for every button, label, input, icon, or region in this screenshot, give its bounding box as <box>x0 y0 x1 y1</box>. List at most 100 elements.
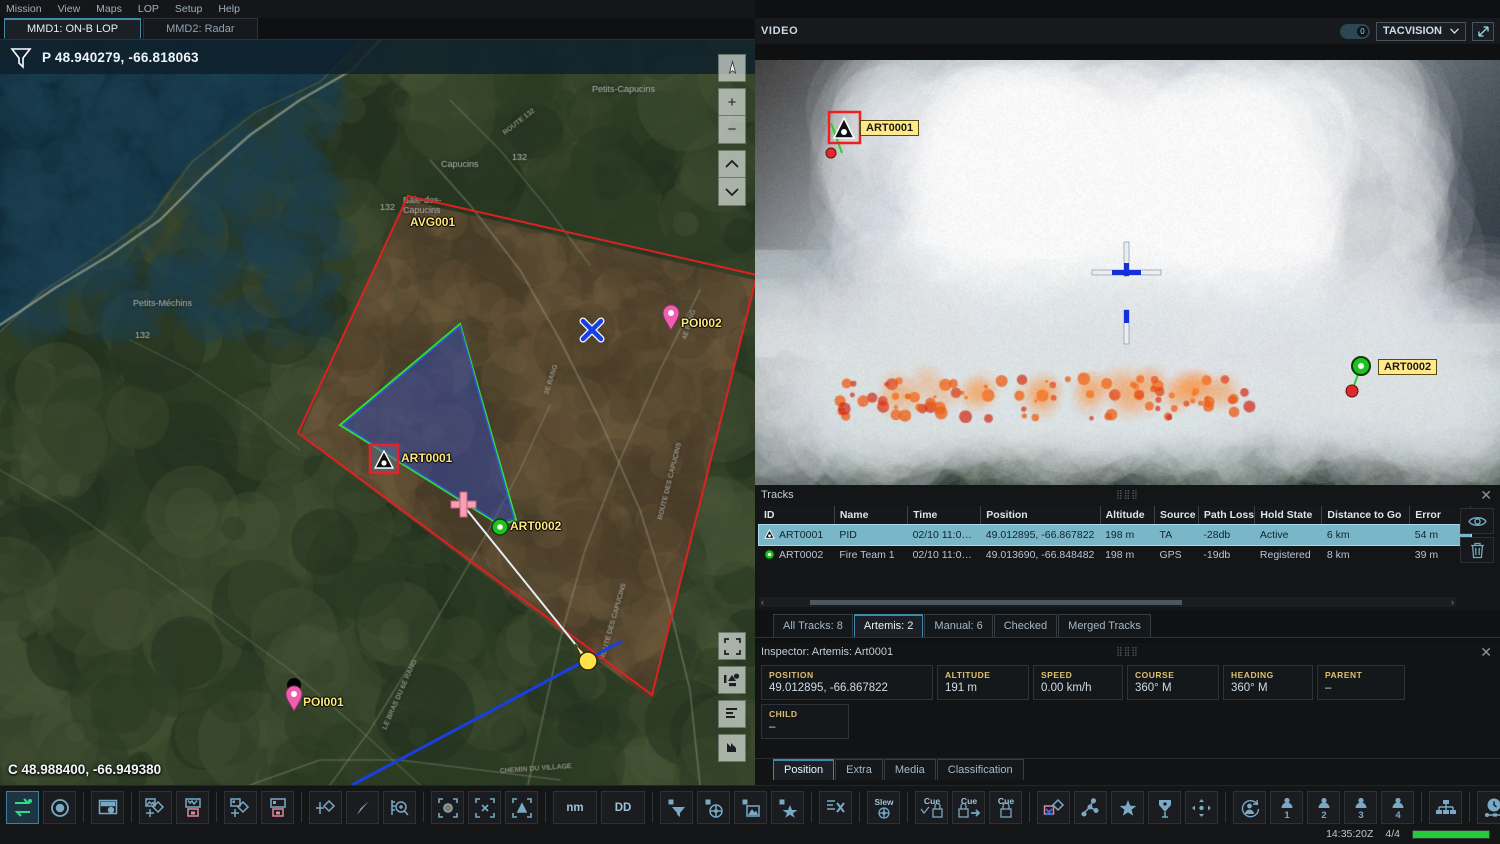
operator-4-icon[interactable]: 4 <box>1381 791 1414 824</box>
delete-object-icon[interactable] <box>1037 791 1070 824</box>
menu-item-mission[interactable]: Mission <box>6 3 42 15</box>
tracks-panel-grip[interactable]: ⣿⣿⣿ <box>1116 489 1139 500</box>
fit-extent-icon[interactable] <box>718 632 746 660</box>
map-viewport[interactable]: AVG001 ART0001 ART0002 POI001 POI002 P 4… <box>0 40 755 785</box>
filter-panel-icon[interactable] <box>660 791 693 824</box>
field-speed[interactable]: SPEED 0.00 km/h <box>1033 665 1123 700</box>
operator-2-icon[interactable]: 2 <box>1307 791 1340 824</box>
legend-icon[interactable] <box>718 700 746 728</box>
measure-zoom-icon[interactable] <box>383 791 416 824</box>
target-focus-icon[interactable] <box>431 791 464 824</box>
menu-item-setup[interactable]: Setup <box>175 3 202 15</box>
video-feed[interactable]: ART0001 ART0002 <box>755 60 1500 485</box>
create-track-icon[interactable] <box>309 791 342 824</box>
imagery-panel-icon[interactable] <box>734 791 767 824</box>
col-source[interactable]: Source <box>1154 506 1198 525</box>
cue-lock-button[interactable]: Cue <box>989 791 1022 824</box>
tracks-horizontal-scrollbar[interactable]: ‹ › <box>759 597 1456 607</box>
menu-item-maps[interactable]: Maps <box>96 3 122 15</box>
tilt-up-icon[interactable] <box>718 150 746 178</box>
navigate-cursor-icon[interactable] <box>346 791 379 824</box>
sync-arrows-icon[interactable] <box>6 791 39 824</box>
add-video-object-icon[interactable] <box>224 791 257 824</box>
cell-path-loss: -28db <box>1198 525 1255 546</box>
filter-tab-manual[interactable]: Manual: 6 <box>924 614 992 637</box>
save-video-object-icon[interactable] <box>261 791 294 824</box>
map-imagery[interactable] <box>0 40 755 785</box>
cue-lock-forward-button[interactable]: Cue <box>952 791 985 824</box>
col-id[interactable]: ID <box>759 506 834 525</box>
field-position[interactable]: POSITION 49.012895, -66.867822 <box>761 665 933 700</box>
field-parent[interactable]: PARENT – <box>1317 665 1405 700</box>
trash-icon[interactable] <box>1460 537 1494 563</box>
video-expand-button[interactable] <box>1472 22 1494 41</box>
beacon-icon[interactable] <box>1148 791 1181 824</box>
table-row[interactable]: ART0002 Fire Team 1 02/10 11:03:48 49.01… <box>759 545 1471 565</box>
tab-mmd2[interactable]: MMD2: Radar <box>143 18 257 39</box>
eye-icon[interactable] <box>1460 508 1494 534</box>
favorites-panel-icon[interactable] <box>771 791 804 824</box>
cue-check-lock-button[interactable]: Cue <box>915 791 948 824</box>
inspector-tab-classification[interactable]: Classification <box>937 759 1024 780</box>
inspector-tab-position[interactable]: Position <box>773 759 834 780</box>
move-pad-icon[interactable] <box>1185 791 1218 824</box>
menu-item-lop[interactable]: LOP <box>138 3 159 15</box>
hierarchy-icon[interactable] <box>1429 791 1462 824</box>
chevron-right-icon[interactable]: › <box>1451 597 1454 607</box>
inspector-tab-extra[interactable]: Extra <box>835 759 883 780</box>
settings-list-icon[interactable] <box>819 791 852 824</box>
field-course[interactable]: COURSE 360° M <box>1127 665 1219 700</box>
filter-tab-checked[interactable]: Checked <box>994 614 1057 637</box>
units-nm-button[interactable]: nm <box>553 791 597 824</box>
inspector-close-icon[interactable]: ✕ <box>1480 645 1492 659</box>
field-child-label: CHILD <box>769 709 841 719</box>
zoom-in-icon[interactable]: + <box>718 88 746 116</box>
table-row[interactable]: ART0001 PID 02/10 11:02:43 49.012895, -6… <box>759 525 1471 546</box>
sensor-panel-icon[interactable] <box>697 791 730 824</box>
video-source-select[interactable]: TACVISION <box>1376 22 1466 41</box>
operator-3-icon[interactable]: 3 <box>1344 791 1377 824</box>
col-hold-state[interactable]: Hold State <box>1255 506 1322 525</box>
tab-mmd1[interactable]: MMD1: ON-B LOP <box>4 18 141 39</box>
chevron-left-icon[interactable]: ‹ <box>761 597 764 607</box>
center-view-icon[interactable] <box>468 791 501 824</box>
pan-icon[interactable] <box>718 734 746 762</box>
col-altitude[interactable]: Altitude <box>1100 506 1154 525</box>
operator-1-icon[interactable]: 1 <box>1270 791 1303 824</box>
video-overlay-toggle[interactable]: 0 <box>1340 24 1370 39</box>
compass-icon[interactable] <box>718 54 746 82</box>
col-name[interactable]: Name <box>834 506 907 525</box>
save-map-object-icon[interactable] <box>176 791 209 824</box>
field-child[interactable]: CHILD – <box>761 704 849 739</box>
menu-item-view[interactable]: View <box>58 3 81 15</box>
record-target-icon[interactable] <box>43 791 76 824</box>
field-altitude[interactable]: ALTITUDE 191 m <box>937 665 1029 700</box>
filter-tab-all-tracks[interactable]: All Tracks: 8 <box>773 614 853 637</box>
col-position[interactable]: Position <box>981 506 1100 525</box>
filter-tab-artemis[interactable]: Artemis: 2 <box>854 614 924 637</box>
tilt-down-icon[interactable] <box>718 178 746 206</box>
inspector-grip[interactable]: ⣿⣿⣿ <box>1116 646 1139 657</box>
filter-tab-merged-tracks[interactable]: Merged Tracks <box>1058 614 1151 637</box>
terrain-view-icon[interactable] <box>505 791 538 824</box>
col-distance-to-go[interactable]: Distance to Go <box>1322 506 1410 525</box>
operator-rotate-icon[interactable] <box>1233 791 1266 824</box>
layers-icon[interactable] <box>718 666 746 694</box>
star-icon[interactable] <box>1111 791 1144 824</box>
funnel-icon[interactable] <box>8 44 34 70</box>
units-dd-button[interactable]: DD <box>601 791 645 824</box>
capture-screenshot-icon[interactable] <box>91 791 124 824</box>
col-path-loss[interactable]: Path Loss <box>1198 506 1255 525</box>
scrollbar-thumb[interactable] <box>810 600 1182 605</box>
add-map-object-icon[interactable] <box>139 791 172 824</box>
menu-item-help[interactable]: Help <box>218 3 240 15</box>
tracks-close-icon[interactable]: ✕ <box>1480 488 1492 502</box>
slew-button[interactable]: Slew <box>867 791 900 824</box>
field-heading[interactable]: HEADING 360° M <box>1223 665 1313 700</box>
network-link-icon[interactable] <box>1074 791 1107 824</box>
map-pan-control <box>718 734 746 762</box>
inspector-tab-media[interactable]: Media <box>884 759 936 780</box>
timeline-clock-icon[interactable] <box>1477 791 1500 824</box>
zoom-out-icon[interactable]: − <box>718 116 746 144</box>
col-time[interactable]: Time <box>908 506 981 525</box>
